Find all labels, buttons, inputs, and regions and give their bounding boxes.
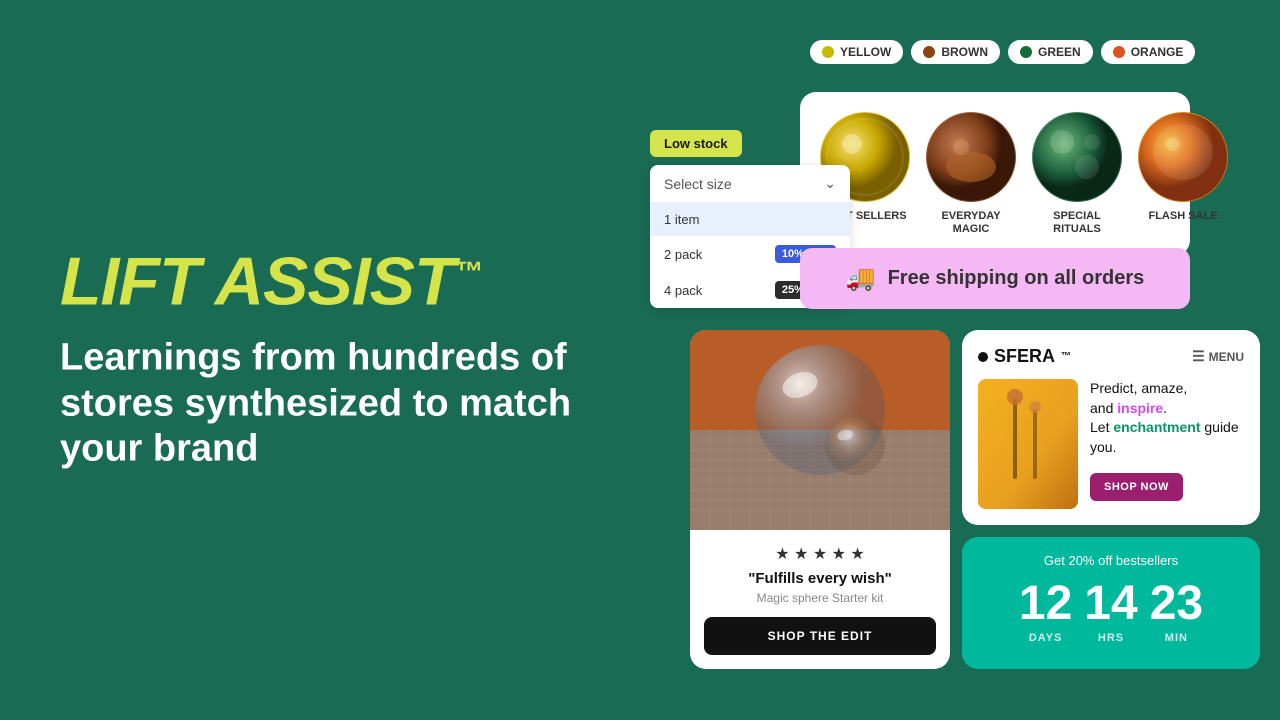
- category-img-green-svg: [1032, 112, 1122, 202]
- countdown-days-label: DAYS: [1029, 632, 1063, 644]
- countdown-label: Get 20% off bestsellers: [1044, 553, 1178, 568]
- bottom-row: ★ ★ ★ ★ ★ "Fulfills every wish" Magic sp…: [690, 330, 1260, 669]
- color-selector-row: YELLOW BROWN GREEN ORANGE: [800, 40, 1195, 64]
- size-dropdown-header[interactable]: Select size ⌄: [650, 165, 850, 203]
- sfera-menu-button[interactable]: ☰ MENU: [1192, 348, 1244, 365]
- countdown-days-number: 12: [1019, 580, 1072, 628]
- color-pill-orange[interactable]: ORANGE: [1101, 40, 1196, 64]
- brand-trademark: ™: [454, 256, 481, 287]
- size-option-label-3: 4 pack: [664, 283, 702, 298]
- category-label-3: FLASH SALE: [1148, 210, 1217, 223]
- highlight-inspire: inspire: [1117, 400, 1163, 416]
- sfera-menu-label: MENU: [1209, 350, 1244, 364]
- shop-the-edit-button[interactable]: SHOP THE EDIT: [704, 617, 936, 655]
- sfera-content: Predict, amaze,and inspire.Let enchantme…: [978, 379, 1244, 509]
- category-img-brown-svg: [926, 112, 1016, 202]
- sfera-shop-button[interactable]: SHOP NOW: [1090, 473, 1183, 501]
- shipping-banner: 🚚 Free shipping on all orders: [800, 248, 1190, 309]
- color-dot-yellow: [822, 46, 834, 58]
- tagline: Learnings from hundreds of stores synthe…: [60, 336, 580, 473]
- sfera-logo: SFERA ™: [978, 346, 1071, 367]
- shipping-text: Free shipping on all orders: [888, 267, 1145, 290]
- size-option-label-1: 1 item: [664, 212, 699, 227]
- sfera-header: SFERA ™ ☰ MENU: [978, 346, 1244, 367]
- color-pill-green[interactable]: GREEN: [1008, 40, 1093, 64]
- countdown-card: Get 20% off bestsellers 12 DAYS 14 HRS 2…: [962, 537, 1260, 669]
- size-placeholder: Select size: [664, 176, 732, 192]
- color-dot-green: [1020, 46, 1032, 58]
- category-img-orange: [1138, 112, 1228, 202]
- chevron-down-icon: ⌄: [824, 175, 836, 192]
- category-label-1: EVERYDAY MAGIC: [926, 210, 1016, 236]
- countdown-minutes-number: 23: [1150, 580, 1203, 628]
- sfera-card: SFERA ™ ☰ MENU: [962, 330, 1260, 525]
- color-label-orange: ORANGE: [1131, 45, 1184, 59]
- sfera-trademark: ™: [1061, 351, 1071, 362]
- category-img-brown: [926, 112, 1016, 202]
- category-img-orange-svg: [1138, 112, 1228, 202]
- sfera-logo-dot: [978, 352, 988, 362]
- color-dot-orange: [1113, 46, 1125, 58]
- category-img-green: [1032, 112, 1122, 202]
- highlight-enchantment: enchantment: [1113, 419, 1200, 435]
- brand-title: LIFT ASSIST™: [60, 248, 580, 316]
- color-label-brown: BROWN: [941, 45, 988, 59]
- color-label-yellow: YELLOW: [840, 45, 891, 59]
- product-image-area: [690, 330, 950, 530]
- hero-left: LIFT ASSIST™ Learnings from hundreds of …: [60, 248, 580, 473]
- countdown-hours: 14 HRS: [1084, 580, 1137, 644]
- product-info: ★ ★ ★ ★ ★ "Fulfills every wish" Magic sp…: [690, 530, 950, 669]
- countdown-minutes: 23 MIN: [1150, 580, 1203, 644]
- sfera-headline: Predict, amaze,and inspire.Let enchantme…: [1090, 379, 1244, 457]
- truck-icon: 🚚: [846, 264, 876, 293]
- product-quote: "Fulfills every wish": [704, 570, 936, 587]
- countdown-days: 12 DAYS: [1019, 580, 1072, 644]
- countdown-hours-label: HRS: [1098, 632, 1124, 644]
- size-option-1item[interactable]: 1 item: [650, 203, 850, 236]
- category-special-rituals[interactable]: SPECIAL RITUALS: [1032, 112, 1122, 236]
- brand-name: LIFT ASSIST: [60, 244, 454, 320]
- color-pill-brown[interactable]: BROWN: [911, 40, 1000, 64]
- menu-icon: ☰: [1192, 348, 1205, 365]
- category-flash-sale[interactable]: FLASH SALE: [1138, 112, 1228, 236]
- color-pill-yellow[interactable]: YELLOW: [810, 40, 903, 64]
- category-label-2: SPECIAL RITUALS: [1032, 210, 1122, 236]
- sfera-product-image: [978, 379, 1078, 509]
- low-stock-badge: Low stock: [650, 130, 742, 157]
- countdown-minutes-label: MIN: [1165, 632, 1188, 644]
- product-subtitle: Magic sphere Starter kit: [704, 591, 936, 605]
- category-everyday-magic[interactable]: EVERYDAY MAGIC: [926, 112, 1016, 236]
- stars: ★ ★ ★ ★ ★: [704, 544, 936, 564]
- countdown-digits: 12 DAYS 14 HRS 23 MIN: [1019, 580, 1203, 644]
- category-card: BEST SELLERS EVERYDAY MAGIC: [800, 92, 1190, 256]
- size-option-label-2: 2 pack: [664, 247, 702, 262]
- countdown-hours-number: 14: [1084, 580, 1137, 628]
- sfera-logo-text: SFERA: [994, 346, 1055, 367]
- right-column: SFERA ™ ☰ MENU: [962, 330, 1260, 669]
- product-card: ★ ★ ★ ★ ★ "Fulfills every wish" Magic sp…: [690, 330, 950, 669]
- color-dot-brown: [923, 46, 935, 58]
- sfera-text: Predict, amaze,and inspire.Let enchantme…: [1090, 379, 1244, 509]
- color-label-green: GREEN: [1038, 45, 1081, 59]
- product-image-svg: [690, 330, 950, 530]
- sfera-product-svg: [978, 379, 1078, 509]
